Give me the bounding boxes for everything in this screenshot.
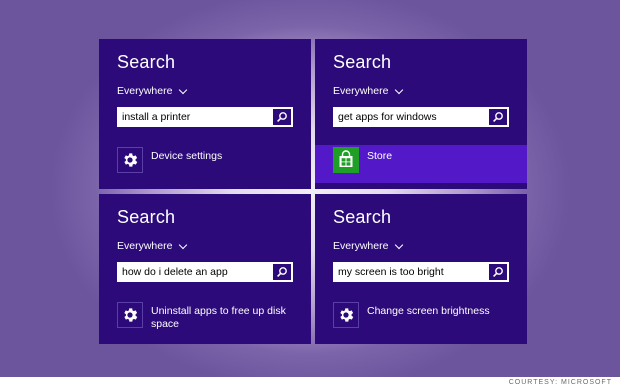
search-panel: Search Everywhere Change screen brightne… (315, 194, 527, 344)
scope-dropdown[interactable]: Everywhere (333, 85, 404, 97)
search-result[interactable]: Change screen brightness (315, 300, 527, 338)
chevron-down-icon (179, 85, 188, 94)
result-label: Device settings (151, 150, 223, 162)
search-button[interactable] (273, 264, 291, 280)
store-bag-icon (333, 147, 359, 173)
gear-icon (333, 302, 359, 328)
search-button[interactable] (489, 264, 507, 280)
image-credit: COURTESY: MICROSOFT (506, 379, 614, 386)
chevron-down-icon (395, 240, 404, 249)
search-panel: Search Everywhere get apps for windows S… (315, 39, 527, 189)
search-title: Search (117, 207, 176, 227)
scope-dropdown[interactable]: Everywhere (117, 85, 188, 97)
result-label: Store (367, 150, 393, 162)
search-title: Search (117, 52, 176, 72)
chevron-down-icon (179, 240, 188, 249)
search-box (333, 107, 509, 127)
search-icon (277, 112, 287, 122)
search-input[interactable] (117, 107, 271, 127)
search-icon (493, 267, 503, 277)
search-result[interactable]: Uninstall apps to free up disk space (99, 300, 311, 338)
search-title: Search (333, 207, 392, 227)
search-icon (277, 267, 287, 277)
search-box (117, 107, 293, 127)
search-icon (493, 112, 503, 122)
search-button[interactable] (273, 109, 291, 125)
scope-label: Everywhere (333, 240, 389, 252)
search-box (117, 262, 293, 282)
search-result[interactable]: Device settings (99, 145, 311, 183)
scope-dropdown[interactable]: Everywhere (333, 240, 404, 252)
gear-icon (117, 147, 143, 173)
scope-label: Everywhere (333, 85, 389, 97)
result-label: Change screen brightness (367, 305, 490, 317)
search-input[interactable] (117, 262, 271, 282)
search-title: Search (333, 52, 392, 72)
scope-label: Everywhere (117, 85, 173, 97)
screenshot-canvas: Search Everywhere Device settings (0, 0, 620, 387)
search-result-selected[interactable]: Store (315, 145, 527, 183)
result-label: Uninstall apps to free up disk space (151, 305, 286, 330)
search-input[interactable] (333, 262, 487, 282)
search-input[interactable] (333, 107, 487, 127)
chevron-down-icon (395, 85, 404, 94)
scope-label: Everywhere (117, 240, 173, 252)
gear-icon (117, 302, 143, 328)
search-box (333, 262, 509, 282)
search-panel: Search Everywhere Device settings (99, 39, 311, 189)
search-button[interactable] (489, 109, 507, 125)
scope-dropdown[interactable]: Everywhere (117, 240, 188, 252)
search-panel: Search Everywhere Uninstall apps to free… (99, 194, 311, 344)
